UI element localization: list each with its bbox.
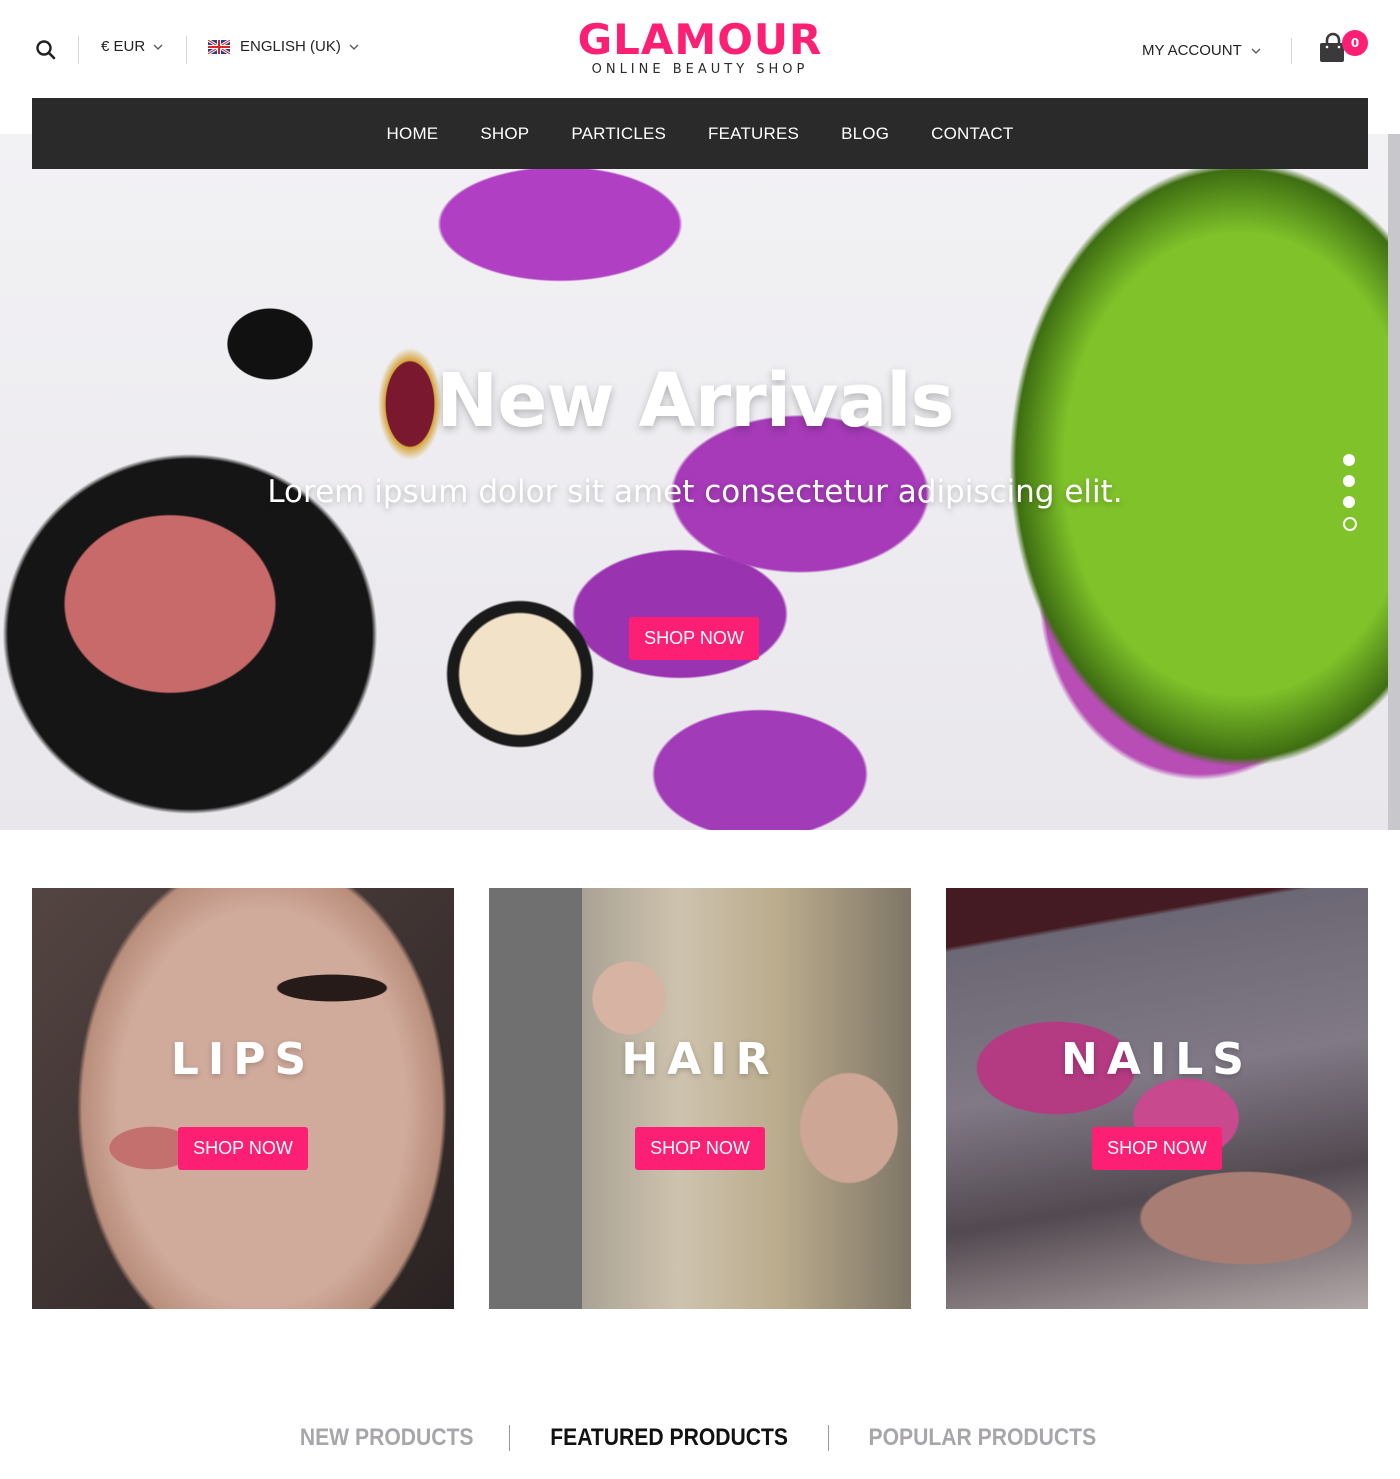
banner-image-hair <box>489 888 911 1309</box>
language-selector[interactable]: ENGLISH (UK) <box>208 38 359 55</box>
chevron-down-icon <box>1251 48 1261 54</box>
banner-image-nails <box>946 888 1368 1309</box>
main-navigation: HOME SHOP PARTICLES FEATURES BLOG CONTAC… <box>32 98 1368 169</box>
slider-dot-4-active[interactable] <box>1343 517 1357 531</box>
hero-slider: New Arrivals Lorem ipsum dolor sit amet … <box>0 134 1400 830</box>
nav-item-particles[interactable]: PARTICLES <box>550 124 687 144</box>
site-logo[interactable]: GLAMOUR ONLINE BEAUTY SHOP <box>560 18 840 78</box>
divider <box>1291 38 1292 64</box>
hero-title: New Arrivals <box>436 358 954 444</box>
currency-selector[interactable]: € EUR <box>101 38 163 55</box>
nails-shop-now-button[interactable]: SHOP NOW <box>1092 1127 1222 1170</box>
currency-label: € EUR <box>101 38 146 55</box>
category-title: LIPS <box>170 1034 316 1085</box>
site-header: € EUR ENGLISH (UK) GLAMOUR ONLINE BEAUTY… <box>0 0 1400 98</box>
category-banner-hair[interactable]: HAIR SHOP NOW <box>489 888 911 1309</box>
chevron-down-icon <box>349 44 359 50</box>
divider <box>186 36 187 64</box>
nav-item-blog[interactable]: BLOG <box>820 124 910 144</box>
cart-count-badge: 0 <box>1342 30 1368 56</box>
banner-image-lips <box>32 888 454 1309</box>
hair-shop-now-button[interactable]: SHOP NOW <box>635 1127 765 1170</box>
account-label: MY ACCOUNT <box>1142 42 1242 59</box>
category-title: HAIR <box>621 1034 779 1085</box>
hero-shop-now-button[interactable]: SHOP NOW <box>629 617 759 660</box>
nav-item-features[interactable]: FEATURES <box>687 124 820 144</box>
search-icon <box>36 40 56 60</box>
lips-shop-now-button[interactable]: SHOP NOW <box>178 1127 308 1170</box>
divider <box>828 1425 830 1451</box>
nav-item-contact[interactable]: CONTACT <box>910 124 1034 144</box>
category-banner-lips[interactable]: LIPS SHOP NOW <box>32 888 454 1309</box>
slider-dot-2[interactable] <box>1343 475 1355 487</box>
category-title: NAILS <box>1061 1034 1253 1085</box>
uk-flag-icon <box>208 39 230 54</box>
slider-dot-1[interactable] <box>1343 454 1355 466</box>
nav-item-home[interactable]: HOME <box>366 124 460 144</box>
category-banner-nails[interactable]: NAILS SHOP NOW <box>946 888 1368 1309</box>
divider <box>509 1425 511 1451</box>
divider <box>78 36 79 64</box>
search-button[interactable] <box>34 38 58 62</box>
tab-new-products[interactable]: NEW PRODUCTS <box>300 1424 474 1452</box>
my-account-menu[interactable]: MY ACCOUNT <box>1142 42 1261 59</box>
language-label: ENGLISH (UK) <box>240 38 341 55</box>
slider-pagination <box>1343 454 1357 540</box>
product-tabs: NEW PRODUCTS FEATURED PRODUCTS POPULAR P… <box>0 1418 1400 1458</box>
tab-featured-products[interactable]: FEATURED PRODUCTS <box>550 1424 788 1452</box>
tab-popular-products[interactable]: POPULAR PRODUCTS <box>869 1424 1097 1452</box>
logo-title: GLAMOUR <box>577 15 823 64</box>
hero-subtitle: Lorem ipsum dolor sit amet consectetur a… <box>267 474 1123 510</box>
slider-dot-3[interactable] <box>1343 496 1355 508</box>
nav-item-shop[interactable]: SHOP <box>459 124 550 144</box>
logo-subtitle: ONLINE BEAUTY SHOP <box>591 62 809 77</box>
chevron-down-icon <box>153 44 163 50</box>
